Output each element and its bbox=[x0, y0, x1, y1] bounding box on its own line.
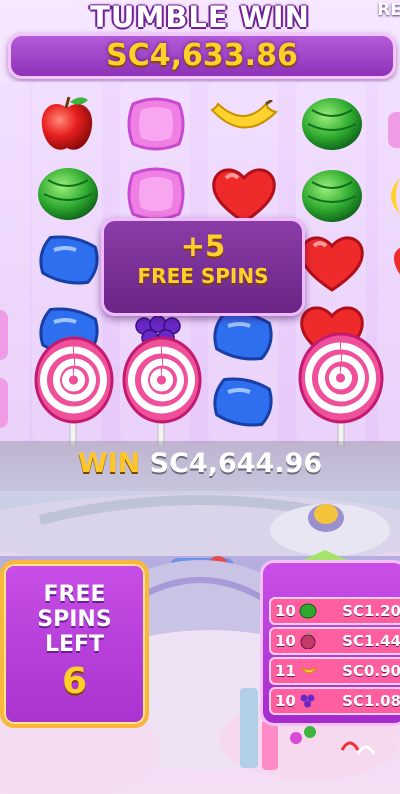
pink-candy-icon bbox=[127, 167, 185, 221]
free-spins-left-panel: FREE SPINS LEFT 6 bbox=[0, 560, 149, 728]
symbol-count: 10 bbox=[275, 692, 296, 710]
total-win-display: WIN SC4,644.96 bbox=[0, 441, 400, 487]
grapes-icon bbox=[300, 694, 315, 708]
win-label: WIN bbox=[77, 448, 141, 479]
lollipop-icon bbox=[122, 336, 202, 446]
blue-candy-icon bbox=[39, 235, 99, 285]
symbol-count: 11 bbox=[275, 662, 296, 680]
banana-icon bbox=[0, 172, 12, 228]
pink-candy-icon bbox=[0, 310, 8, 360]
free-spins-left-label: FREE SPINS LEFT bbox=[4, 582, 145, 657]
free-spins-left-count: 6 bbox=[61, 661, 88, 702]
symbol-win-value: SC0.90 bbox=[342, 662, 400, 680]
symbol-win-value: SC1.44 bbox=[342, 632, 400, 650]
symbol-win-value: SC1.20 bbox=[342, 602, 400, 620]
banana-icon bbox=[210, 100, 278, 129]
heart-candy-icon bbox=[394, 248, 400, 275]
banana-icon bbox=[0, 232, 10, 302]
free-spins-left-line2: SPINS bbox=[37, 607, 112, 632]
blue-candy-icon bbox=[213, 377, 273, 427]
free-spins-left-line1: FREE bbox=[43, 582, 106, 607]
win-breakdown-row: 10 SC1.08 bbox=[269, 687, 400, 715]
pink-candy-icon bbox=[388, 112, 400, 148]
plum-icon bbox=[300, 633, 316, 649]
free-spins-award-label: FREE SPINS bbox=[137, 264, 269, 288]
heart-candy-icon bbox=[212, 168, 276, 224]
lollipop-icon bbox=[34, 336, 114, 446]
win-breakdown-panel: 10 SC1.20 10 SC1.44 11 SC0.90 10 SC1.08 bbox=[260, 560, 400, 726]
win-breakdown-row: 11 SC0.90 bbox=[269, 657, 400, 685]
win-breakdown-row: 10 SC1.44 bbox=[269, 627, 400, 655]
pink-candy-icon bbox=[127, 97, 185, 151]
heart-candy-icon bbox=[300, 236, 364, 292]
symbol-win-value: SC1.08 bbox=[342, 692, 400, 710]
pink-candy-icon bbox=[0, 378, 8, 428]
apple-icon bbox=[41, 96, 93, 150]
corner-label: RE bbox=[377, 0, 400, 20]
lollipop-icon bbox=[298, 332, 384, 446]
symbol-count: 10 bbox=[275, 602, 296, 620]
tumble-win-amount: SC4,633.86 bbox=[106, 38, 298, 73]
game-screen: TUMBLE WIN RE SC4,633.86 +5 FREE SPINS W… bbox=[0, 0, 400, 794]
win-breakdown-row: 10 SC1.20 bbox=[269, 597, 400, 625]
paytable-arrow bbox=[303, 550, 347, 560]
banana-icon bbox=[391, 178, 400, 214]
banana-icon bbox=[300, 666, 318, 674]
free-spins-award-count: +5 bbox=[180, 229, 226, 263]
watermelon-icon bbox=[299, 603, 317, 619]
win-amount: SC4,644.96 bbox=[149, 448, 323, 479]
watermelon-icon bbox=[302, 170, 362, 222]
symbol-count: 10 bbox=[275, 632, 296, 650]
watermelon-icon bbox=[302, 98, 362, 150]
blue-candy-icon bbox=[213, 311, 273, 361]
free-spins-award-banner: +5 FREE SPINS bbox=[101, 218, 305, 316]
tumble-win-bar: SC4,633.86 bbox=[8, 33, 396, 79]
tumble-win-title: TUMBLE WIN bbox=[90, 0, 310, 34]
free-spins-left-line3: LEFT bbox=[44, 632, 105, 657]
watermelon-icon bbox=[38, 168, 98, 220]
